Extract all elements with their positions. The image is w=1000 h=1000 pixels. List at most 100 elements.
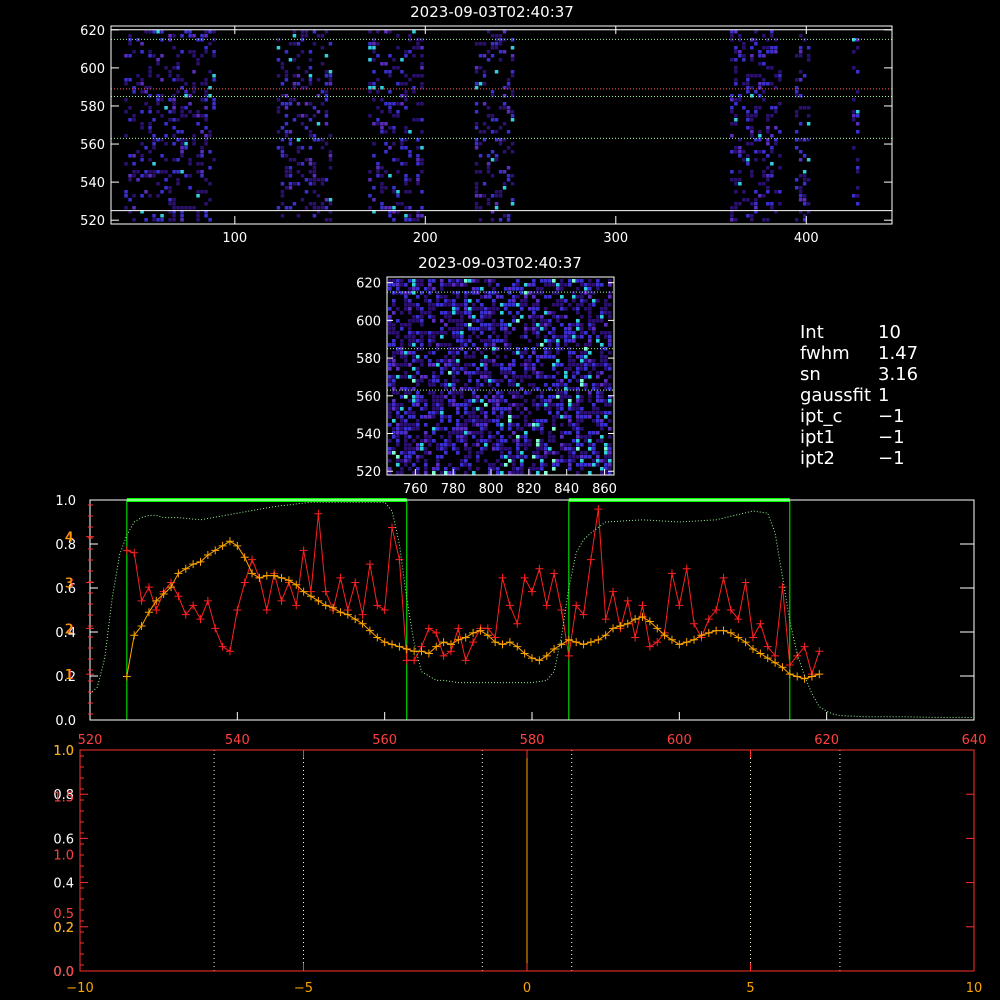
heat-cell (324, 114, 329, 118)
heat-cell (404, 323, 408, 327)
series-point-0 (130, 548, 139, 557)
param-ipt1-value: −1 (878, 427, 905, 448)
heat-cell (516, 351, 520, 355)
heat-cell (420, 323, 424, 327)
heat-cell (564, 371, 568, 375)
series-point-1 (240, 553, 249, 562)
heat-cell (472, 343, 476, 347)
heat-cell (738, 50, 742, 54)
heat-cell (608, 335, 612, 339)
heat-cell (448, 311, 452, 315)
heat-cell (600, 343, 604, 347)
heat-cell (400, 142, 404, 146)
heatmap-zoom-title: 2023-09-03T02:40:37 (418, 254, 582, 272)
heat-cell (160, 190, 164, 194)
heat-cell (802, 174, 807, 178)
heat-cell (412, 74, 416, 78)
heat-cell (164, 66, 168, 70)
heat-cell (208, 42, 212, 46)
heat-cell (420, 399, 424, 403)
heat-cell (276, 106, 281, 110)
heat-cell (408, 287, 412, 291)
series-point-0 (461, 656, 470, 665)
heat-cell (412, 86, 416, 90)
heat-cell (516, 303, 520, 307)
heat-cell (440, 443, 444, 447)
heat-cell (774, 190, 778, 194)
heat-cell (504, 323, 508, 327)
heat-cell (482, 194, 487, 198)
heat-cell (440, 415, 444, 419)
heat-cell (172, 206, 176, 210)
heat-cell (464, 283, 468, 287)
heat-cell (476, 451, 480, 455)
heat-cell (604, 411, 608, 415)
heat-cell (316, 206, 321, 210)
heat-cell (476, 383, 480, 387)
heat-cell (416, 158, 420, 162)
heat-cell (742, 42, 746, 46)
heat-cell (504, 455, 508, 459)
heat-cell (492, 299, 496, 303)
series-point-0 (564, 651, 573, 660)
heat-cell (476, 467, 480, 471)
heat-cell (500, 407, 504, 411)
heat-cell (432, 467, 436, 471)
heat-cell (580, 299, 584, 303)
heat-cell (304, 178, 309, 182)
heat-cell (160, 94, 164, 98)
heat-cell (556, 299, 560, 303)
heat-cell (284, 122, 289, 126)
heat-cell (144, 218, 148, 222)
heat-cell (444, 467, 448, 471)
heat-cell (576, 443, 580, 447)
heat-cell (392, 114, 396, 118)
heat-cell (180, 110, 184, 114)
heat-cell (144, 170, 148, 174)
heat-cell (172, 106, 176, 110)
heat-cell (504, 371, 508, 375)
orange-y-tick-label: 1.0 (53, 744, 74, 759)
heat-cell (568, 283, 572, 287)
heat-cell (560, 447, 564, 451)
heat-cell (540, 343, 544, 347)
heat-cell (464, 351, 468, 355)
heat-cell (540, 287, 544, 291)
heat-cell (556, 339, 560, 343)
heat-cell (584, 291, 588, 295)
heat-cell (596, 395, 600, 399)
series-point-0 (631, 633, 640, 642)
heat-cell (476, 335, 480, 339)
heat-cell (428, 383, 432, 387)
heat-cell (192, 34, 196, 38)
heat-cell (730, 94, 734, 98)
heat-cell (484, 363, 488, 367)
heat-cell (468, 279, 472, 283)
heat-cell (464, 383, 468, 387)
heat-cell (608, 463, 612, 467)
heat-cell (392, 379, 396, 383)
heat-cell (196, 122, 200, 126)
heat-cell (320, 146, 325, 150)
heat-cell (496, 395, 500, 399)
heat-cell (528, 291, 532, 295)
heat-cell (500, 411, 504, 415)
heat-cell (420, 375, 424, 379)
heat-cell (436, 423, 440, 427)
heat-cell (512, 471, 516, 475)
series-point-1 (586, 638, 595, 647)
heat-cell (388, 30, 392, 34)
heat-cell (440, 427, 444, 431)
heat-cell (496, 391, 500, 395)
heat-cell (494, 206, 499, 210)
heat-cell (408, 327, 412, 331)
heat-cell (484, 323, 488, 327)
heat-cell (556, 335, 560, 339)
heat-cell (806, 114, 811, 118)
heat-cell (492, 339, 496, 343)
heat-cell (388, 146, 392, 150)
heat-cell (420, 190, 424, 194)
heat-cell (490, 174, 495, 178)
heat-cell (512, 375, 516, 379)
heat-cell (460, 303, 464, 307)
